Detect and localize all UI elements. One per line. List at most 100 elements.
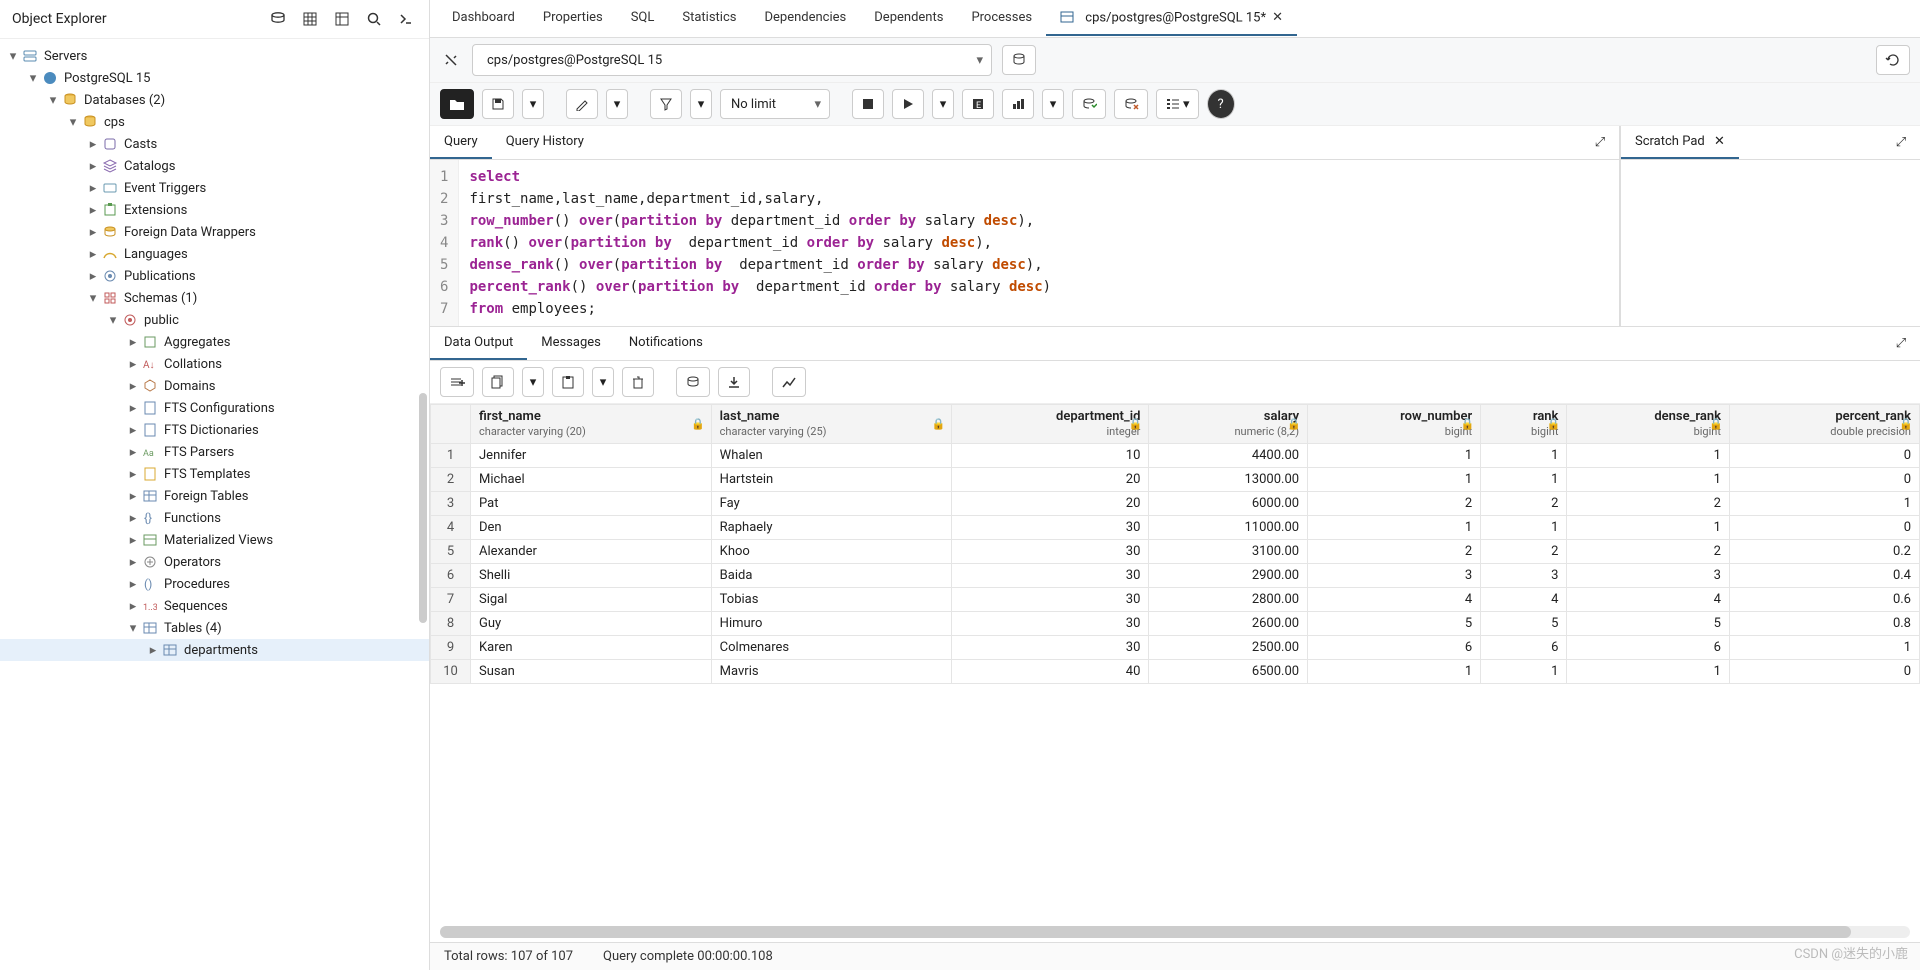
tree-casts[interactable]: Casts bbox=[124, 137, 157, 152]
tree-fdw[interactable]: Foreign Data Wrappers bbox=[124, 225, 256, 240]
edit-button[interactable] bbox=[566, 89, 598, 119]
save-data-button[interactable] bbox=[676, 367, 710, 397]
chevron-right-icon[interactable]: ▸ bbox=[146, 643, 160, 657]
chevron-right-icon[interactable]: ▸ bbox=[126, 445, 140, 459]
chevron-right-icon[interactable]: ▸ bbox=[126, 599, 140, 613]
tree-functions[interactable]: Functions bbox=[164, 511, 221, 526]
chevron-down-icon[interactable]: ▾ bbox=[86, 291, 100, 305]
chevron-down-icon[interactable]: ▾ bbox=[66, 115, 80, 129]
horizontal-scrollbar[interactable] bbox=[440, 926, 1910, 938]
tree-ftsdict[interactable]: FTS Dictionaries bbox=[164, 423, 259, 438]
chevron-right-icon[interactable]: ▸ bbox=[126, 423, 140, 437]
subtab-history[interactable]: Query History bbox=[492, 126, 598, 159]
table-row[interactable]: 4DenRaphaely3011000.001110 bbox=[431, 516, 1920, 540]
open-file-button[interactable] bbox=[440, 89, 474, 119]
disconnect-icon[interactable] bbox=[440, 49, 462, 71]
tree-ftspars[interactable]: FTS Parsers bbox=[164, 445, 234, 460]
chevron-down-icon[interactable]: ▾ bbox=[126, 621, 140, 635]
tree-domains[interactable]: Domains bbox=[164, 379, 215, 394]
table-row[interactable]: 9KarenColmenares302500.006661 bbox=[431, 636, 1920, 660]
tree-publications[interactable]: Publications bbox=[124, 269, 196, 284]
tree-public[interactable]: public bbox=[144, 313, 179, 328]
chevron-right-icon[interactable]: ▸ bbox=[126, 379, 140, 393]
close-icon[interactable]: ✕ bbox=[1272, 10, 1283, 25]
table-row[interactable]: 8GuyHimuro302600.005550.8 bbox=[431, 612, 1920, 636]
subtab-dataoutput[interactable]: Data Output bbox=[430, 327, 527, 360]
table-row[interactable]: 2MichaelHartstein2013000.001110 bbox=[431, 468, 1920, 492]
chevron-down-icon[interactable]: ▾ bbox=[6, 49, 20, 63]
connection-select[interactable]: cps/postgres@PostgreSQL 15 ▾ bbox=[472, 44, 992, 76]
filter-dropdown[interactable]: ▾ bbox=[690, 89, 712, 119]
col-percent_rank[interactable]: percent_rankdouble precision🔒 bbox=[1729, 405, 1919, 444]
tree-scrollbar[interactable] bbox=[419, 393, 427, 623]
tree-cps[interactable]: cps bbox=[104, 115, 125, 130]
macros-button[interactable]: ▾ bbox=[1156, 89, 1199, 119]
save-dropdown[interactable]: ▾ bbox=[522, 89, 544, 119]
graph-button[interactable] bbox=[772, 367, 806, 397]
chevron-down-icon[interactable]: ▾ bbox=[26, 71, 40, 85]
chevron-right-icon[interactable]: ▸ bbox=[126, 555, 140, 569]
stop-button[interactable] bbox=[852, 89, 884, 119]
tree-foreigntables[interactable]: Foreign Tables bbox=[164, 489, 248, 504]
rollback-button[interactable] bbox=[1114, 89, 1148, 119]
table-row[interactable]: 6ShelliBaida302900.003330.4 bbox=[431, 564, 1920, 588]
chevron-right-icon[interactable]: ▸ bbox=[126, 467, 140, 481]
col-last_name[interactable]: last_namecharacter varying (25)🔒 bbox=[711, 405, 952, 444]
subtab-query[interactable]: Query bbox=[430, 126, 492, 159]
tab-dependents[interactable]: Dependents bbox=[860, 2, 957, 35]
close-icon[interactable]: ✕ bbox=[1714, 134, 1725, 149]
chevron-down-icon[interactable]: ▾ bbox=[106, 313, 120, 327]
subtab-scratch[interactable]: Scratch Pad ✕ bbox=[1621, 126, 1739, 159]
tree-pg15[interactable]: PostgreSQL 15 bbox=[64, 71, 150, 86]
copy-dropdown[interactable]: ▾ bbox=[522, 367, 544, 397]
explain-analyze-button[interactable] bbox=[1002, 89, 1034, 119]
expand-icon[interactable]: ⤢ bbox=[1589, 132, 1611, 154]
tree-eventtriggers[interactable]: Event Triggers bbox=[124, 181, 206, 196]
col-rank[interactable]: rankbigint🔒 bbox=[1481, 405, 1567, 444]
db-select-button[interactable] bbox=[1002, 45, 1036, 75]
tab-querytool[interactable]: cps/postgres@PostgreSQL 15*✕ bbox=[1046, 2, 1297, 36]
table-row[interactable]: 1JenniferWhalen104400.001110 bbox=[431, 444, 1920, 468]
save-button[interactable] bbox=[482, 89, 514, 119]
tab-statistics[interactable]: Statistics bbox=[668, 2, 750, 35]
chevron-right-icon[interactable]: ▸ bbox=[86, 159, 100, 173]
edit-dropdown[interactable]: ▾ bbox=[606, 89, 628, 119]
tree-servers[interactable]: Servers bbox=[44, 49, 87, 64]
filter-icon[interactable] bbox=[331, 8, 353, 30]
chevron-right-icon[interactable]: ▸ bbox=[126, 511, 140, 525]
tab-properties[interactable]: Properties bbox=[529, 2, 617, 35]
subtab-messages[interactable]: Messages bbox=[527, 327, 615, 360]
download-button[interactable] bbox=[718, 367, 750, 397]
col-dense_rank[interactable]: dense_rankbigint🔒 bbox=[1567, 405, 1730, 444]
table-row[interactable]: 10SusanMavris406500.001110 bbox=[431, 660, 1920, 684]
tree-departments[interactable]: departments bbox=[184, 643, 258, 658]
object-tree[interactable]: ▾ Servers ▾ PostgreSQL 15 ▾ Databases (2) ▾… bbox=[0, 39, 429, 970]
sql-editor[interactable]: 1234567 select first_name,last_name,depa… bbox=[430, 160, 1619, 326]
subtab-notifications[interactable]: Notifications bbox=[615, 327, 717, 360]
tree-languages[interactable]: Languages bbox=[124, 247, 188, 262]
paste-dropdown[interactable]: ▾ bbox=[592, 367, 614, 397]
chevron-right-icon[interactable]: ▸ bbox=[126, 401, 140, 415]
chevron-down-icon[interactable]: ▾ bbox=[46, 93, 60, 107]
chevron-right-icon[interactable]: ▸ bbox=[126, 577, 140, 591]
terminal-icon[interactable] bbox=[395, 8, 417, 30]
table-row[interactable]: 5AlexanderKhoo303100.002220.2 bbox=[431, 540, 1920, 564]
col-salary[interactable]: salarynumeric (8,2)🔒 bbox=[1149, 405, 1308, 444]
sql-code[interactable]: select first_name,last_name,department_i… bbox=[459, 160, 1061, 326]
table-row[interactable]: 3PatFay206000.002221 bbox=[431, 492, 1920, 516]
table-row[interactable]: 7SigalTobias302800.004440.6 bbox=[431, 588, 1920, 612]
add-row-button[interactable] bbox=[440, 367, 474, 397]
tree-catalogs[interactable]: Catalogs bbox=[124, 159, 175, 174]
delete-row-button[interactable] bbox=[622, 367, 654, 397]
search-icon[interactable] bbox=[363, 8, 385, 30]
tree-databases[interactable]: Databases (2) bbox=[84, 93, 165, 108]
grid-icon[interactable] bbox=[299, 8, 321, 30]
tree-procedures[interactable]: Procedures bbox=[164, 577, 230, 592]
tab-processes[interactable]: Processes bbox=[957, 2, 1046, 35]
chevron-right-icon[interactable]: ▸ bbox=[126, 357, 140, 371]
expand-icon[interactable]: ⤢ bbox=[1890, 333, 1912, 355]
chevron-right-icon[interactable]: ▸ bbox=[126, 533, 140, 547]
paste-button[interactable] bbox=[552, 367, 584, 397]
tab-dashboard[interactable]: Dashboard bbox=[438, 2, 529, 35]
tree-operators[interactable]: Operators bbox=[164, 555, 221, 570]
